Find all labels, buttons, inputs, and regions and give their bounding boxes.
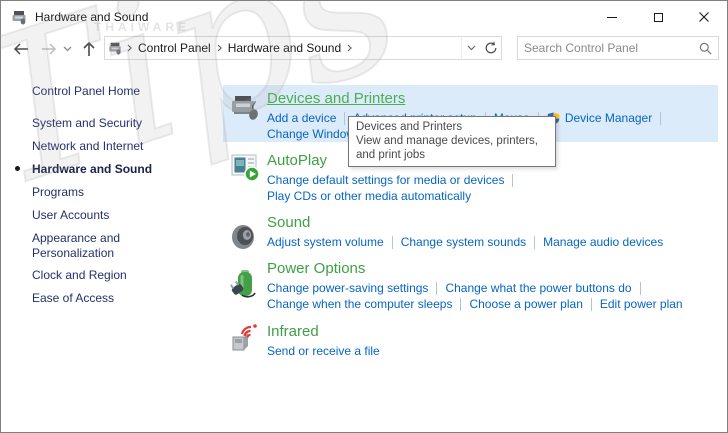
separator <box>460 298 461 311</box>
link-choose-power-plan[interactable]: Choose a power plan <box>469 297 582 311</box>
link-change-computer-sleeps[interactable]: Change when the computer sleeps <box>267 297 452 311</box>
printer-icon[interactable] <box>11 9 27 25</box>
separator <box>436 282 437 295</box>
minimize-icon[interactable] <box>589 1 635 33</box>
refresh-icon[interactable] <box>481 37 501 59</box>
window-controls <box>589 1 727 33</box>
link-change-windows[interactable]: Change Window <box>267 127 355 141</box>
link-play-cds[interactable]: Play CDs or other media automatically <box>267 189 471 203</box>
autoplay-media-icon[interactable] <box>229 151 261 183</box>
separator <box>344 112 345 125</box>
breadcrumb-chevron-icon <box>215 44 224 52</box>
sidebar-item-user-accounts[interactable]: User Accounts <box>32 208 182 223</box>
link-change-power-saving-settings[interactable]: Change power-saving settings <box>267 281 428 295</box>
sidebar: Control Panel Home System and Security N… <box>2 63 223 431</box>
link-change-power-buttons[interactable]: Change what the power buttons do <box>445 281 631 295</box>
breadcrumb-chevron-icon <box>125 44 134 52</box>
section-title-sound[interactable]: Sound <box>267 213 663 232</box>
tooltip-body-line1: View and manage devices, printers, <box>356 134 548 148</box>
window-title: Hardware and Sound <box>35 10 148 24</box>
tooltip-title: Devices and Printers <box>356 120 548 134</box>
link-add-a-device[interactable]: Add a device <box>267 111 336 125</box>
separator <box>392 236 393 249</box>
sidebar-item-network-and-internet[interactable]: Network and Internet <box>32 139 182 154</box>
link-send-or-receive-file[interactable]: Send or receive a file <box>267 344 380 358</box>
arrow-left-icon[interactable] <box>9 37 33 61</box>
sidebar-item-control-panel-home[interactable]: Control Panel Home <box>32 84 182 99</box>
maximize-icon[interactable] <box>635 1 681 33</box>
speaker-icon[interactable] <box>229 221 261 253</box>
search-box <box>517 36 719 60</box>
separator <box>660 112 661 125</box>
link-adjust-system-volume[interactable]: Adjust system volume <box>267 235 384 249</box>
titlebar: Hardware and Sound <box>1 1 727 33</box>
control-panel-window: Hardware and Sound <box>0 0 728 433</box>
recent-pages-chevron-down-icon[interactable] <box>59 37 75 61</box>
sidebar-item-programs[interactable]: Programs <box>32 185 182 200</box>
printer-and-mouse-icon[interactable] <box>229 91 261 123</box>
tooltip: Devices and Printers View and manage dev… <box>348 116 556 167</box>
section-title-devices-and-printers[interactable]: Devices and Printers <box>267 89 669 108</box>
battery-plug-icon[interactable] <box>229 267 261 299</box>
active-item-bullet <box>15 166 20 171</box>
address-dropdown-chevron-down-icon[interactable] <box>461 37 481 59</box>
separator <box>640 282 641 295</box>
sidebar-item-clock-and-region[interactable]: Clock and Region <box>32 268 182 283</box>
sidebar-item-ease-of-access[interactable]: Ease of Access <box>32 291 182 306</box>
section-power-options: Power Options Change power-saving settin… <box>229 259 726 312</box>
link-change-system-sounds[interactable]: Change system sounds <box>401 235 526 249</box>
magnifier-icon[interactable] <box>692 42 718 55</box>
separator <box>512 174 513 187</box>
breadcrumb-chevron-icon <box>345 44 354 52</box>
navigation-toolbar: Control Panel Hardware and Sound <box>1 33 727 63</box>
breadcrumb-item-control-panel[interactable]: Control Panel <box>134 41 215 55</box>
section-infrared: Infrared Send or receive a file <box>229 322 726 359</box>
printer-icon <box>105 41 125 55</box>
address-bar[interactable]: Control Panel Hardware and Sound <box>104 36 502 60</box>
section-title-infrared[interactable]: Infrared <box>267 322 380 341</box>
breadcrumb-item-hardware-and-sound[interactable]: Hardware and Sound <box>224 41 345 55</box>
sidebar-item-hardware-and-sound[interactable]: Hardware and Sound <box>32 162 182 177</box>
arrow-up-icon[interactable] <box>77 37 101 61</box>
infrared-waves-icon[interactable] <box>229 322 261 354</box>
link-manage-audio-devices[interactable]: Manage audio devices <box>543 235 663 249</box>
tooltip-body-line2: and print jobs <box>356 148 548 162</box>
section-sound: Sound Adjust system volume Change system… <box>229 213 726 253</box>
sidebar-item-appearance-and-personalization[interactable]: Appearance and Personalization <box>32 231 182 261</box>
link-edit-power-plan[interactable]: Edit power plan <box>600 297 683 311</box>
search-input[interactable] <box>518 41 692 55</box>
main-content: Devices and Printers Add a device Advanc… <box>223 63 726 431</box>
link-change-default-settings[interactable]: Change default settings for media or dev… <box>267 173 504 187</box>
arrow-right-icon[interactable] <box>37 37 61 61</box>
sidebar-item-system-and-security[interactable]: System and Security <box>32 116 182 131</box>
section-title-power-options[interactable]: Power Options <box>267 259 683 278</box>
separator <box>534 236 535 249</box>
separator <box>591 298 592 311</box>
link-device-manager[interactable]: Device Manager <box>547 111 652 125</box>
close-icon[interactable] <box>681 1 727 33</box>
link-device-manager-label: Device Manager <box>565 111 652 125</box>
